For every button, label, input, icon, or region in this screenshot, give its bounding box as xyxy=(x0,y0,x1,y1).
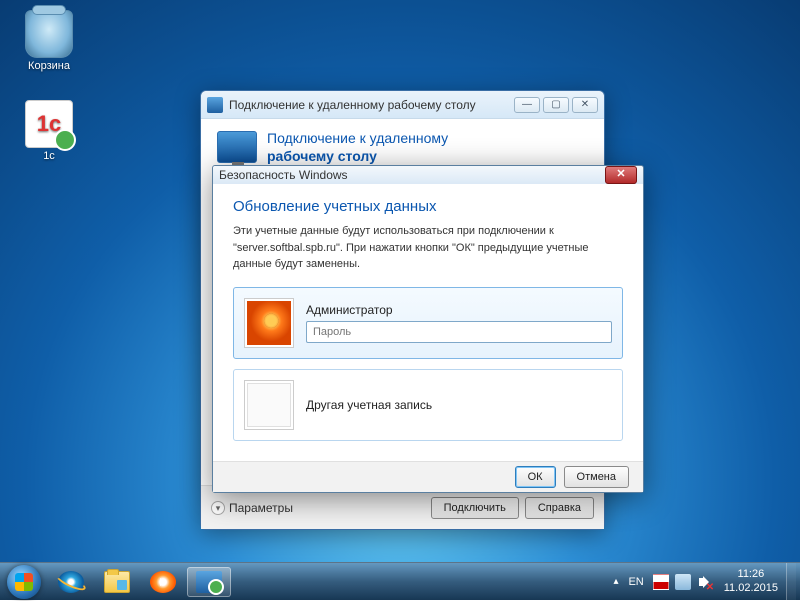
monitor-icon xyxy=(217,131,257,163)
chevron-down-icon: ▾ xyxy=(211,501,225,515)
taskbar-pin-ie[interactable] xyxy=(49,567,93,597)
close-button[interactable]: ✕ xyxy=(572,97,598,113)
taskbar-pin-media-player[interactable] xyxy=(141,567,185,597)
credential-tile-other[interactable]: Другая учетная запись xyxy=(233,369,623,441)
security-titlebar[interactable]: Безопасность Windows ✕ xyxy=(213,166,643,184)
media-player-icon xyxy=(150,571,176,593)
internet-explorer-icon xyxy=(58,571,84,593)
security-footer: ОК Отмена xyxy=(213,461,643,493)
language-indicator[interactable]: EN xyxy=(622,576,649,588)
desktop-icon-onec[interactable]: 1c 1c xyxy=(14,100,84,162)
desktop-icon-label: Корзина xyxy=(14,60,84,72)
ok-button[interactable]: ОК xyxy=(515,466,556,488)
desktop[interactable]: Корзина 1c 1c Подключение к удаленному р… xyxy=(0,0,800,600)
onec-icon: 1c xyxy=(25,100,73,148)
start-button[interactable] xyxy=(0,563,48,601)
clock[interactable]: 11:26 11.02.2015 xyxy=(716,568,786,594)
network-icon[interactable] xyxy=(675,574,691,590)
credential-tile-selected[interactable]: Администратор xyxy=(233,287,623,359)
file-explorer-icon xyxy=(104,571,130,593)
recycle-bin-icon xyxy=(25,10,73,58)
maximize-button[interactable]: ▢ xyxy=(543,97,569,113)
desktop-icon-label: 1c xyxy=(14,150,84,162)
connect-button[interactable]: Подключить xyxy=(431,497,519,519)
rdc-icon xyxy=(196,571,222,593)
taskbar-pin-explorer[interactable] xyxy=(95,567,139,597)
tray-overflow-button[interactable]: ▴ xyxy=(609,576,622,587)
rdc-titlebar[interactable]: Подключение к удаленному рабочему столу … xyxy=(201,91,604,119)
close-button[interactable]: ✕ xyxy=(605,166,637,184)
system-tray: ▴ EN ✕ 11:26 11.02.2015 xyxy=(609,563,796,600)
password-input[interactable] xyxy=(306,321,612,343)
other-account-label: Другая учетная запись xyxy=(306,398,432,412)
rdc-banner-line2: рабочему столу xyxy=(267,147,448,165)
rdc-app-icon xyxy=(207,97,223,113)
rdc-title-text: Подключение к удаленному рабочему столу xyxy=(229,98,514,112)
user-avatar xyxy=(244,298,294,348)
clock-time: 11:26 xyxy=(724,568,778,581)
options-label: Параметры xyxy=(229,501,293,515)
rdc-banner-line1: Подключение к удаленному xyxy=(267,129,448,147)
security-title-text: Безопасность Windows xyxy=(219,168,605,182)
taskbar: ▴ EN ✕ 11:26 11.02.2015 xyxy=(0,562,800,600)
blank-avatar xyxy=(244,380,294,430)
security-heading: Обновление учетных данных xyxy=(233,198,623,215)
blank-user-icon xyxy=(247,383,291,427)
clock-date: 11.02.2015 xyxy=(724,582,778,595)
options-expander[interactable]: ▾ Параметры xyxy=(211,501,293,515)
flower-icon xyxy=(247,301,291,345)
action-center-icon[interactable] xyxy=(653,574,669,590)
sound-muted-icon[interactable]: ✕ xyxy=(697,574,713,590)
desktop-icon-recycle-bin[interactable]: Корзина xyxy=(14,10,84,72)
cancel-button[interactable]: Отмена xyxy=(564,466,629,488)
minimize-button[interactable]: — xyxy=(514,97,540,113)
help-button[interactable]: Справка xyxy=(525,497,594,519)
show-desktop-button[interactable] xyxy=(786,563,796,601)
account-name: Администратор xyxy=(306,303,612,317)
security-body-text: Эти учетные данные будут использоваться … xyxy=(233,223,623,273)
windows-logo-icon xyxy=(7,565,41,599)
security-dialog: Безопасность Windows ✕ Обновление учетны… xyxy=(212,165,644,493)
taskbar-app-rdc[interactable] xyxy=(187,567,231,597)
